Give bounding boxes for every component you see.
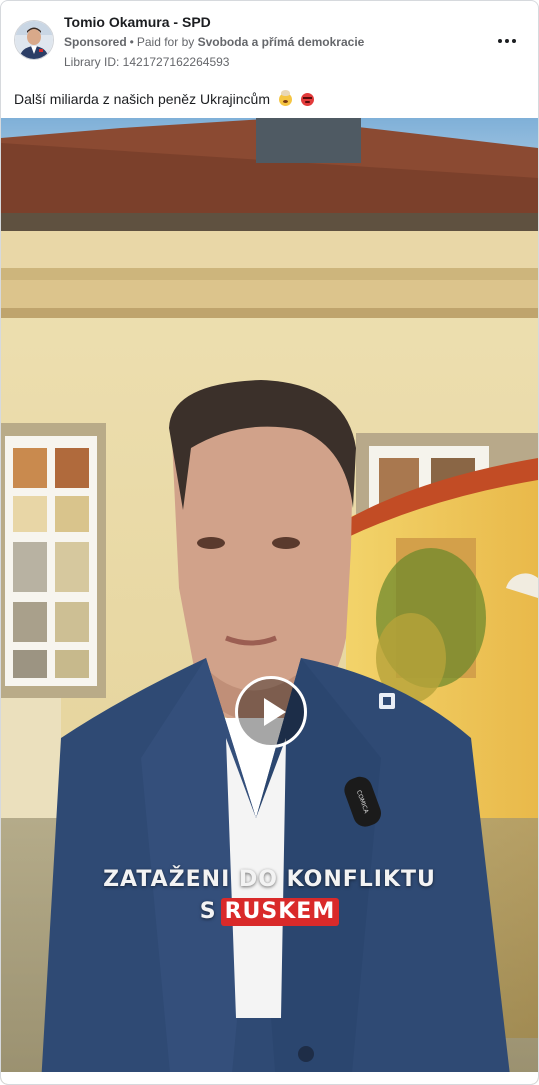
- video-player[interactable]: COMICA ZATAŽENI DO KONFLIKTU S RUSKEM: [1, 118, 538, 1084]
- payer-name[interactable]: Svoboda a přímá demokracie: [198, 35, 365, 49]
- post-header: Tomio Okamura - SPD Sponsored • Paid for b…: [1, 1, 538, 81]
- exploding-head-emoji-icon: [278, 90, 292, 106]
- video-frame: COMICA: [1, 118, 538, 1084]
- more-options-icon[interactable]: [493, 31, 521, 51]
- more-dot: [498, 39, 502, 43]
- play-icon: [264, 698, 286, 726]
- video-subtitle-line-2: S RUSKEM: [1, 898, 538, 926]
- video-subtitle-line-1: ZATAŽENI DO KONFLIKTU: [103, 867, 436, 892]
- paid-for-label: Paid for by: [136, 35, 195, 49]
- more-dot: [505, 39, 509, 43]
- more-dot: [512, 39, 516, 43]
- card-footer: [1, 1072, 538, 1084]
- subtitle-prefix: S: [199, 899, 217, 924]
- sponsored-label: Sponsored: [64, 35, 127, 49]
- page-avatar[interactable]: [14, 20, 54, 60]
- angry-face-emoji-icon: [300, 93, 314, 106]
- separator: •: [129, 35, 134, 49]
- subtitle-highlight: RUSKEM: [220, 898, 340, 926]
- sponsorship-info: Sponsored • Paid for by Svoboda a přímá de…: [64, 35, 364, 49]
- library-id: Library ID: 1421727162264593: [64, 55, 230, 69]
- page-name[interactable]: Tomio Okamura - SPD: [64, 14, 211, 30]
- ad-card: Tomio Okamura - SPD Sponsored • Paid for b…: [0, 0, 539, 1085]
- post-caption: Další miliarda z našich peněz Ukrajincům: [14, 90, 314, 107]
- play-button[interactable]: [235, 676, 307, 748]
- caption-text: Další miliarda z našich peněz Ukrajincům: [14, 91, 270, 107]
